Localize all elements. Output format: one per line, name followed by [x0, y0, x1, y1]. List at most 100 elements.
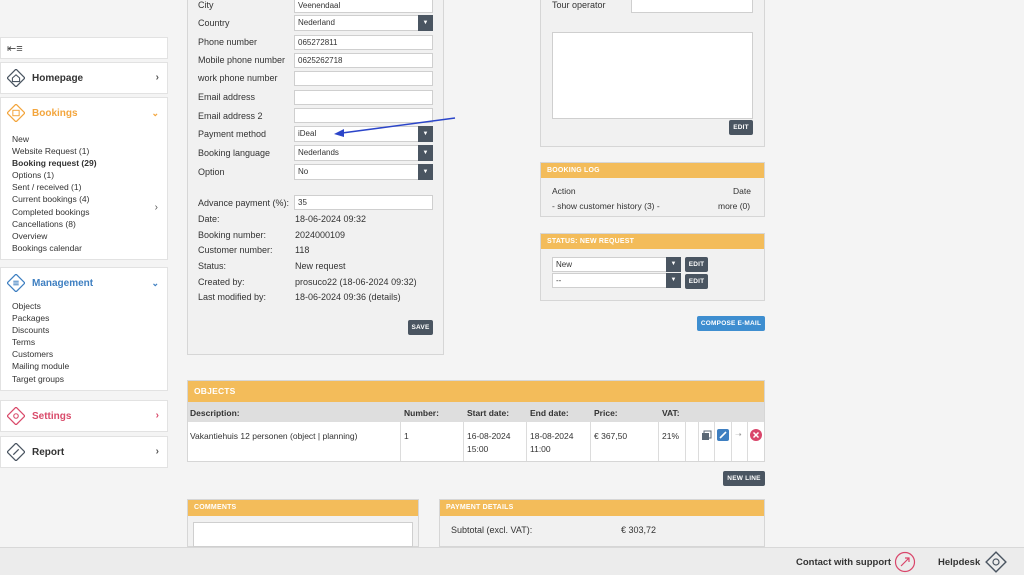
column-divider — [463, 422, 464, 461]
city-input[interactable]: Veenendaal — [294, 0, 433, 13]
nav-settings[interactable]: Settings › — [0, 400, 168, 432]
save-button[interactable]: SAVE — [408, 320, 433, 335]
nav-item-customers[interactable]: Customers — [12, 348, 69, 360]
object-description[interactable]: Vakantiehuis 12 personen (object | plann… — [190, 431, 357, 441]
nav-report[interactable]: Report › — [0, 436, 168, 468]
sub-status-select[interactable]: -- ▼ — [552, 273, 681, 288]
mobile-label: Mobile phone number — [198, 55, 286, 65]
country-select[interactable]: Nederland ▼ — [294, 15, 433, 31]
nav-item-objects[interactable]: Objects — [12, 300, 69, 312]
subtotal-label: Subtotal (excl. VAT): — [451, 525, 533, 535]
nav-homepage-label: Homepage — [32, 73, 84, 84]
option-select[interactable]: No ▼ — [294, 164, 433, 180]
date-value: 18-06-2024 09:32 — [295, 214, 367, 224]
object-end-date: 18-08-2024 — [530, 431, 574, 441]
contact-support-link[interactable]: Contact with support — [796, 557, 891, 568]
objects-header-vat: VAT: — [662, 408, 680, 418]
option-value: No — [298, 167, 309, 176]
nav-item-overview[interactable]: Overview — [12, 230, 97, 242]
column-divider — [658, 422, 659, 461]
status-select[interactable]: New ▼ — [552, 257, 681, 272]
work-phone-label: work phone number — [198, 73, 278, 83]
objects-header-price: Price: — [594, 408, 618, 418]
objects-header-description: Description: — [190, 408, 240, 418]
dropdown-arrow-icon: ▼ — [418, 164, 433, 180]
nav-item-cancellations[interactable]: Cancellations (8) — [12, 218, 97, 230]
subtotal-value: € 303,72 — [621, 525, 657, 535]
lifebuoy-icon[interactable] — [985, 551, 1007, 573]
nav-item-booking-request[interactable]: Booking request (29) — [12, 157, 97, 169]
chevron-right-icon: › — [155, 446, 159, 457]
nav-bookings-header[interactable]: Bookings ⌄ — [1, 98, 167, 130]
tour-operator-input[interactable] — [631, 0, 753, 13]
collapse-menu-button[interactable]: ⇤≡ — [0, 37, 168, 59]
more-link[interactable]: more (0) — [718, 201, 750, 211]
object-number: 1 — [404, 431, 409, 441]
nav-management-header[interactable]: Management ⌄ — [1, 268, 167, 300]
email-input[interactable] — [294, 90, 433, 105]
notes-textarea[interactable] — [552, 32, 753, 119]
payment-method-label: Payment method — [198, 129, 267, 139]
status-panel-title: STATUS: NEW REQUEST — [541, 234, 764, 249]
nav-item-packages[interactable]: Packages — [12, 312, 69, 324]
arrow-right-icon[interactable]: ➝ — [735, 430, 742, 439]
dropdown-arrow-icon: ▼ — [666, 257, 681, 272]
option-label: Option — [198, 167, 225, 177]
last-modified-value[interactable]: 18-06-2024 09:36 (details) — [295, 292, 401, 302]
work-phone-input[interactable] — [294, 71, 433, 86]
tour-edit-button[interactable]: EDIT — [729, 120, 753, 135]
chevron-down-icon: ⌄ — [151, 278, 159, 288]
new-line-button[interactable]: NEW LINE — [723, 471, 765, 486]
copy-icon[interactable] — [701, 430, 712, 441]
booking-number-value: 2024000109 — [295, 230, 346, 240]
comments-textarea[interactable] — [193, 522, 413, 547]
nav-settings-label: Settings — [32, 411, 72, 422]
house-icon — [7, 69, 25, 87]
rocket-icon[interactable] — [894, 551, 916, 573]
object-start-time: 15:00 — [467, 444, 489, 454]
nav-item-current-bookings[interactable]: Current bookings (4) — [12, 193, 97, 205]
mobile-input[interactable]: 0625262718 — [294, 53, 433, 68]
customer-history-link[interactable]: - show customer history (3) - — [552, 201, 660, 211]
booking-log-action-header: Action — [552, 186, 576, 196]
helpdesk-link[interactable]: Helpdesk — [938, 557, 980, 568]
pencil-icon — [7, 443, 25, 461]
delete-icon[interactable] — [750, 429, 762, 441]
nav-item-bookings-calendar[interactable]: Bookings calendar — [12, 242, 97, 254]
column-divider — [747, 422, 748, 461]
phone-input[interactable]: 065272811 — [294, 35, 433, 50]
column-divider — [714, 422, 715, 461]
nav-item-terms[interactable]: Terms — [12, 336, 69, 348]
nav-homepage[interactable]: Homepage › — [0, 62, 168, 94]
nav-item-target-groups[interactable]: Target groups — [12, 373, 69, 385]
created-by-value: prosuco22 (18-06-2024 09:32) — [295, 277, 417, 287]
objects-header-start-date: Start date: — [467, 408, 510, 418]
chevron-right-icon: › — [155, 410, 159, 421]
nav-item-mailing-module[interactable]: Mailing module — [12, 360, 69, 372]
status-edit-button[interactable]: EDIT — [685, 257, 708, 272]
booking-log-title: BOOKING LOG — [541, 163, 764, 178]
compose-email-button[interactable]: COMPOSE E-MAIL — [697, 316, 765, 331]
sub-status-edit-button[interactable]: EDIT — [685, 274, 708, 289]
nav-item-sent-received[interactable]: Sent / received (1) — [12, 181, 97, 193]
booking-language-value: Nederlands — [298, 148, 339, 157]
booking-language-select[interactable]: Nederlands ▼ — [294, 145, 433, 161]
booking-language-label: Booking language — [198, 148, 271, 158]
nav-item-new[interactable]: New — [12, 133, 97, 145]
status-label: Status: — [198, 261, 227, 271]
object-price: € 367,50 — [594, 431, 628, 441]
column-divider — [698, 422, 699, 461]
nav-item-website-request[interactable]: Website Request (1) — [12, 145, 97, 157]
column-divider — [526, 422, 527, 461]
tour-operator-label: Tour operator — [552, 0, 606, 10]
nav-item-completed-bookings[interactable]: Completed bookings — [12, 206, 97, 218]
dropdown-arrow-icon: ▼ — [418, 15, 433, 31]
nav-item-discounts[interactable]: Discounts — [12, 324, 69, 336]
list-icon — [7, 274, 25, 292]
edit-icon[interactable] — [717, 429, 729, 441]
nav-item-options[interactable]: Options (1) — [12, 169, 97, 181]
advance-payment-input[interactable]: 35 — [294, 195, 433, 210]
nav-management: Management ⌄ Objects Packages Discounts … — [0, 267, 168, 391]
payment-method-value: iDeal — [298, 129, 317, 138]
collapse-menu-icon: ⇤≡ — [7, 43, 23, 55]
